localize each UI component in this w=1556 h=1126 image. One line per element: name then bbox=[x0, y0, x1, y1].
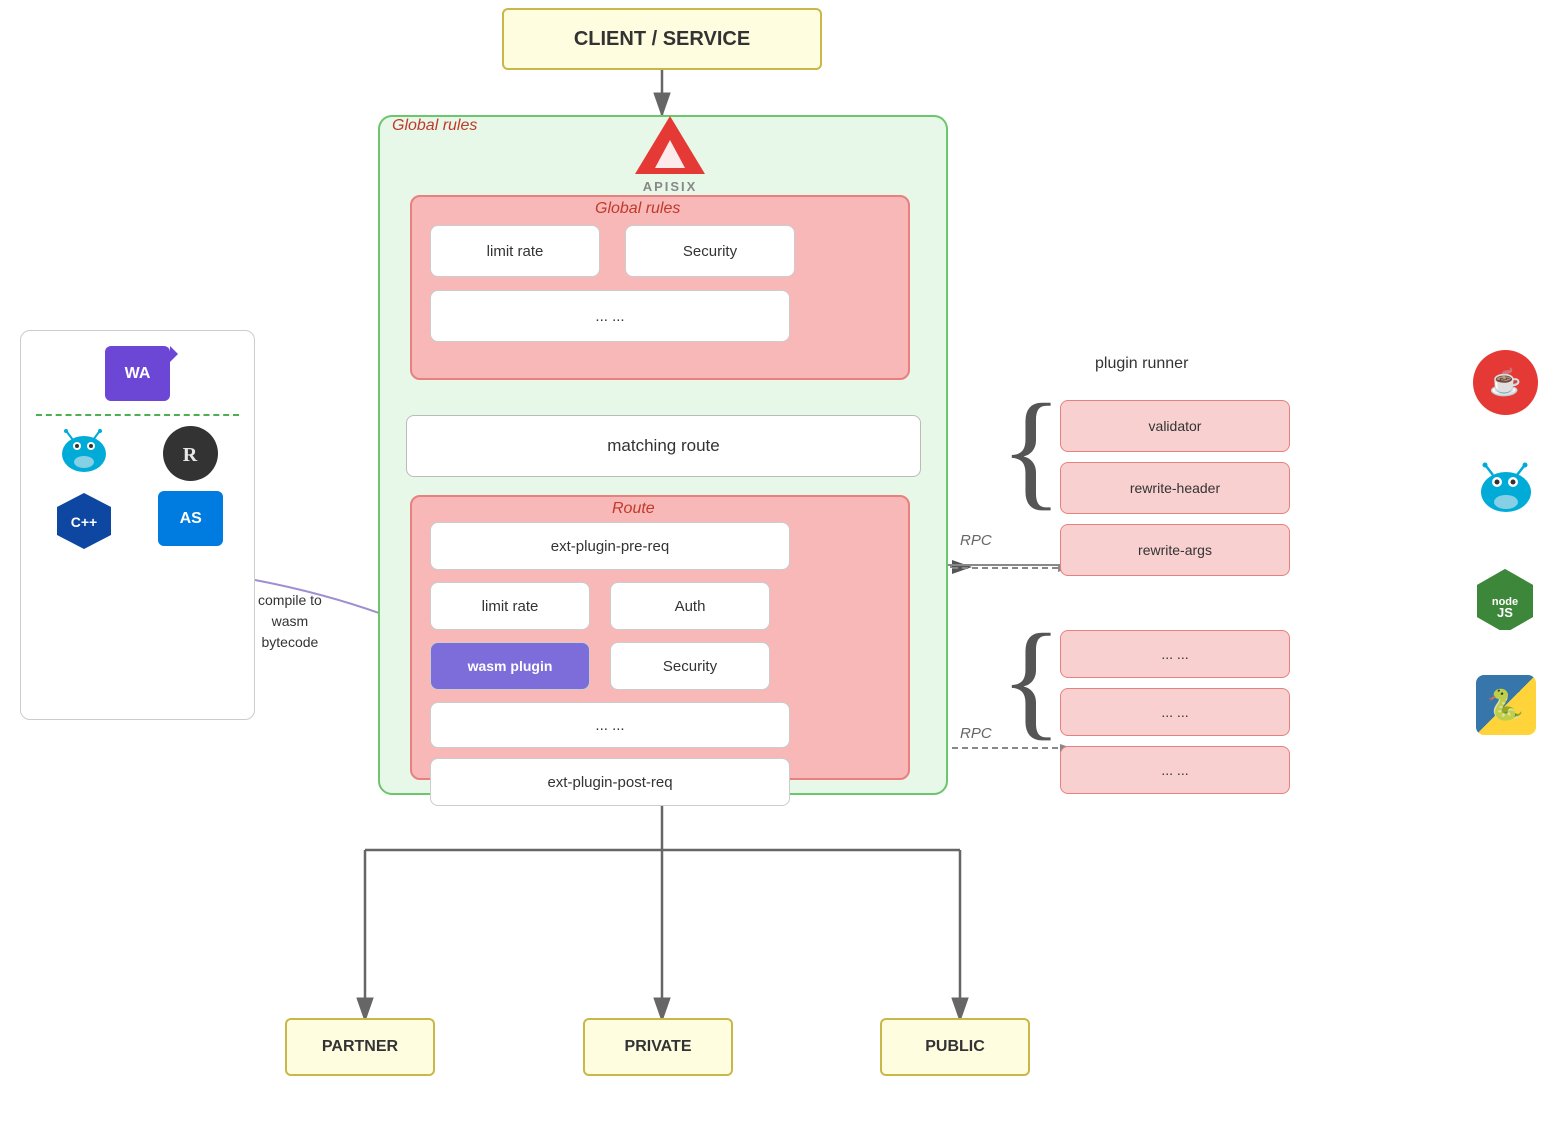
left-brace-top: { bbox=[1000, 385, 1062, 515]
auth-route-box: Auth bbox=[610, 582, 770, 630]
left-brace-bottom: { bbox=[1000, 615, 1062, 745]
private-box: PRIVATE bbox=[583, 1018, 733, 1076]
public-box: PUBLIC bbox=[880, 1018, 1030, 1076]
dots-runner-3: ... ... bbox=[1060, 746, 1290, 794]
rewrite-header-box: rewrite-header bbox=[1060, 462, 1290, 514]
dashed-separator bbox=[36, 414, 239, 416]
rust-icon-left: R bbox=[143, 426, 240, 481]
global-rules-title: Global rules bbox=[595, 200, 680, 218]
right-icons: ☕ node bbox=[1473, 350, 1538, 735]
matching-route-label: matching route bbox=[607, 436, 719, 456]
dots-global-box: ... ... bbox=[430, 290, 790, 342]
go-icon-right bbox=[1473, 460, 1538, 520]
go-icon-left bbox=[36, 426, 133, 481]
left-panel: WA bbox=[20, 330, 255, 720]
svg-text:RPC: RPC bbox=[960, 725, 992, 742]
svg-text:C++: C++ bbox=[71, 514, 97, 530]
plugin-runner-label: plugin runner bbox=[1095, 355, 1188, 373]
python-icon: 🐍 bbox=[1476, 675, 1536, 735]
security-global-box: Security bbox=[625, 225, 795, 277]
dots-route-box: ... ... bbox=[430, 702, 790, 748]
partner-box: PARTNER bbox=[285, 1018, 435, 1076]
rust-svg: R bbox=[168, 431, 213, 476]
dots-runner-2: ... ... bbox=[1060, 688, 1290, 736]
apisix-text: APISIX bbox=[643, 179, 698, 194]
icons-grid: R C++ AS bbox=[36, 426, 239, 549]
dots-runner-1: ... ... bbox=[1060, 630, 1290, 678]
compile-text: compile towasmbytecode bbox=[258, 590, 322, 653]
ext-pre-req-box: ext-plugin-pre-req bbox=[430, 522, 790, 570]
svg-text:R: R bbox=[183, 444, 198, 466]
go-mascot-svg bbox=[55, 426, 113, 476]
global-rules-label: Global rules bbox=[392, 117, 888, 135]
rust-logo: R bbox=[163, 426, 218, 481]
matching-route-box: matching route bbox=[406, 415, 921, 477]
global-rules-box: Global rules bbox=[410, 195, 910, 380]
limit-rate-route-box: limit rate bbox=[430, 582, 590, 630]
wasm-plugin-box: wasm plugin bbox=[430, 642, 590, 690]
security-route-box: Security bbox=[610, 642, 770, 690]
diagram: RPC RPC CLIENT / SERVICE APISIX Global r… bbox=[0, 0, 1556, 1126]
nodejs-icon: node JS bbox=[1473, 565, 1538, 630]
route-title: Route bbox=[612, 500, 655, 518]
wa-logo: WA bbox=[105, 346, 170, 401]
svg-text:JS: JS bbox=[1497, 605, 1513, 620]
rewrite-args-box: rewrite-args bbox=[1060, 524, 1290, 576]
wa-notch bbox=[170, 346, 178, 362]
cpp-svg: C++ bbox=[55, 491, 113, 549]
as-logo: AS bbox=[158, 491, 223, 546]
go-gopher-right-svg bbox=[1473, 460, 1538, 515]
ext-post-req-box: ext-plugin-post-req bbox=[430, 758, 790, 806]
svg-text:RPC: RPC bbox=[960, 532, 992, 549]
validator-box: validator bbox=[1060, 400, 1290, 452]
cpp-icon-container: C++ bbox=[36, 491, 133, 549]
as-logo-container: AS bbox=[143, 491, 240, 549]
client-service-label: CLIENT / SERVICE bbox=[574, 28, 750, 51]
nodejs-svg: node JS bbox=[1473, 565, 1538, 630]
java-icon: ☕ bbox=[1473, 350, 1538, 415]
client-service-box: CLIENT / SERVICE bbox=[502, 8, 822, 70]
limit-rate-global-box: limit rate bbox=[430, 225, 600, 277]
